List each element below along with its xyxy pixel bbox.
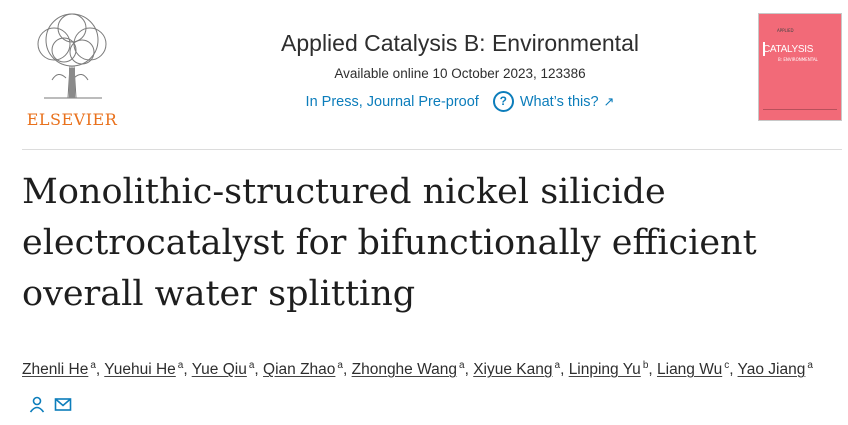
author-item: Yao Jiang a bbox=[738, 360, 813, 378]
cover-line-3: B: ENVIRONMENTAL bbox=[778, 57, 818, 62]
author-name-link[interactable]: Linping Yu bbox=[569, 361, 641, 378]
article-status-link[interactable]: In Press, Journal Pre-proof bbox=[306, 94, 479, 110]
author-affiliation: a bbox=[554, 360, 561, 371]
author-list: Zhenli He a, Yuehui He a, Yue Qiu a, Qian Z… bbox=[22, 350, 822, 418]
author-name-link[interactable]: Qian Zhao bbox=[263, 361, 335, 378]
author-item: Xiyue Kang a, bbox=[473, 360, 569, 379]
author-name-link[interactable]: Zhonghe Wang bbox=[352, 361, 457, 378]
journal-cover-image[interactable]: APPLIED CATALYSIS B: ENVIRONMENTAL bbox=[758, 13, 842, 121]
author-item: Liang Wu c, bbox=[657, 360, 738, 379]
author-affiliation: a bbox=[807, 360, 813, 371]
cover-footer-rule bbox=[763, 109, 837, 110]
cover-line-1: APPLIED bbox=[777, 28, 794, 33]
available-online-text: Available online 10 October 2023, 123386 bbox=[334, 66, 586, 81]
status-row: In Press, Journal Pre-proof ? What’s thi… bbox=[160, 91, 760, 112]
author-name-link[interactable]: Xiyue Kang bbox=[473, 361, 552, 378]
author-item: Qian Zhao a, bbox=[263, 360, 352, 379]
author-affiliation: a bbox=[459, 360, 465, 371]
whats-this-link[interactable]: ? What’s this? ↗ bbox=[492, 91, 615, 112]
elsevier-logo[interactable]: ELSEVIER bbox=[20, 10, 124, 129]
author-affiliation: a bbox=[248, 360, 255, 371]
cover-line-2: CATALYSIS bbox=[763, 44, 814, 55]
journal-title-link[interactable]: Applied Catalysis B: Environmental bbox=[160, 30, 760, 57]
author-item: Linping Yu b, bbox=[568, 360, 657, 379]
author-name-link[interactable]: Yue Qiu bbox=[192, 361, 247, 378]
article-title: Monolithic-structured nickel silicide el… bbox=[22, 172, 757, 314]
external-arrow-icon: ↗ bbox=[603, 93, 615, 109]
author-name-link[interactable]: Liang Wu bbox=[657, 361, 722, 378]
envelope-icon[interactable] bbox=[54, 393, 72, 411]
author-name-link[interactable]: Yuehui He bbox=[104, 361, 176, 378]
publisher-name: ELSEVIER bbox=[26, 110, 118, 129]
author-affiliation: b bbox=[642, 360, 649, 371]
author-icons bbox=[28, 393, 72, 413]
author-item: Yuehui He a, bbox=[104, 360, 192, 379]
author-affiliation: c bbox=[724, 360, 730, 371]
author-name-link[interactable]: Zhenli He bbox=[22, 361, 88, 378]
whats-this-label: What’s this? bbox=[519, 93, 599, 110]
article-header: ELSEVIER Applied Catalysis B: Environmen… bbox=[0, 0, 848, 150]
journal-info: Applied Catalysis B: Environmental Avail… bbox=[160, 30, 760, 112]
help-circle-icon: ? bbox=[492, 91, 514, 112]
author-item: Yue Qiu a, bbox=[191, 360, 264, 379]
author-item: Zhonghe Wang a, bbox=[351, 360, 474, 379]
author-affiliation: a bbox=[177, 360, 184, 371]
person-icon[interactable] bbox=[28, 393, 46, 413]
author-item: Zhenli He a, bbox=[22, 360, 105, 379]
header-divider bbox=[22, 149, 842, 150]
author-name-link[interactable]: Yao Jiang bbox=[738, 361, 806, 378]
author-affiliation: a bbox=[337, 360, 343, 371]
elsevier-tree-icon bbox=[37, 13, 107, 99]
author-affiliation: a bbox=[90, 360, 96, 371]
